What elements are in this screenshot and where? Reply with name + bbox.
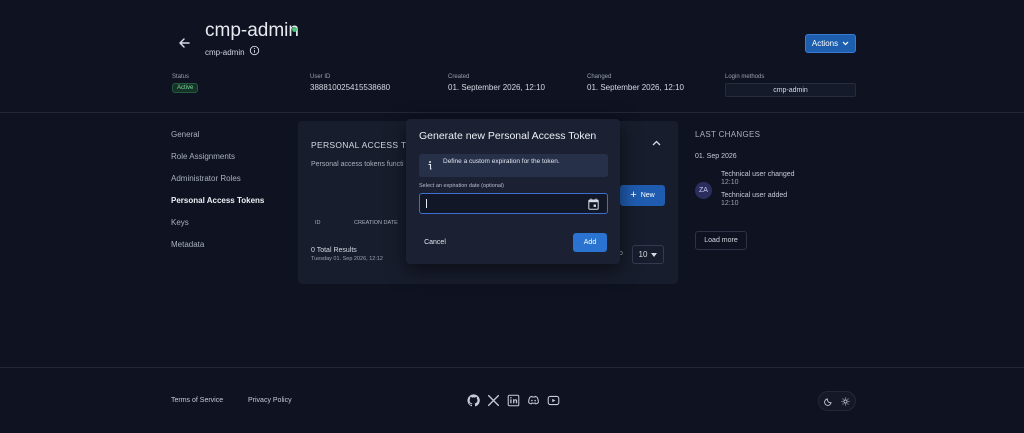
sidebar-item-keys[interactable]: Keys: [171, 218, 189, 227]
changed-value: 01. September 2026, 12:10: [587, 83, 684, 92]
created-label: Created: [448, 74, 470, 80]
column-header-id: ID: [315, 220, 321, 226]
add-button[interactable]: Add: [573, 233, 607, 252]
linkedin-icon[interactable]: [507, 394, 520, 407]
change-entry-time: 12:10: [721, 179, 739, 186]
sidebar-item-general[interactable]: General: [171, 130, 199, 139]
status-badge: Active: [172, 83, 199, 93]
text-cursor: [426, 199, 427, 208]
card-title: PERSONAL ACCESS TO: [311, 140, 414, 150]
youtube-icon[interactable]: [547, 394, 560, 407]
sidebar-item-metadata[interactable]: Metadata: [171, 240, 204, 249]
expiration-date-input[interactable]: [419, 193, 608, 214]
new-token-button[interactable]: + New: [620, 185, 665, 206]
user-id-label: User ID: [310, 74, 331, 80]
sidebar-item-administrator-roles[interactable]: Administrator Roles: [171, 174, 241, 183]
chevron-down-icon: [842, 41, 849, 46]
privacy-policy-link[interactable]: Privacy Policy: [248, 397, 292, 404]
page-size-select[interactable]: 10: [632, 245, 664, 264]
info-icon: [428, 161, 432, 170]
card-description: Personal access tokens functi: [311, 161, 404, 168]
expiration-hint: Define a custom expiration for the token…: [419, 154, 608, 177]
load-more-button[interactable]: Load more: [695, 231, 747, 250]
terms-of-service-link[interactable]: Terms of Service: [171, 397, 223, 404]
created-value: 01. September 2026, 12:10: [448, 83, 545, 92]
plus-icon: +: [630, 189, 637, 201]
sidebar-item-role-assignments[interactable]: Role Assignments: [171, 152, 235, 161]
change-entry-time: 12:10: [721, 200, 739, 207]
login-method-chip: cmp-admin: [725, 83, 856, 97]
back-arrow-icon[interactable]: [176, 35, 192, 51]
hint-text: Define a custom expiration for the token…: [443, 158, 560, 165]
generate-token-dialog: Generate new Personal Access Token Defin…: [406, 119, 620, 264]
x-icon[interactable]: [487, 394, 500, 407]
change-entry-text: Technical user added: [721, 192, 788, 199]
change-entry-text: Technical user changed: [721, 171, 795, 178]
actions-button[interactable]: Actions: [805, 34, 856, 53]
page-title: cmp-admin: [205, 20, 299, 41]
changed-label: Changed: [587, 74, 612, 80]
new-button-label: New: [640, 192, 655, 199]
page-size-value: 10: [638, 250, 648, 259]
chevron-up-icon[interactable]: [652, 140, 661, 146]
changes-date: 01. Sep 2026: [695, 153, 737, 160]
status-dot: [292, 27, 297, 32]
last-changes-title: LAST CHANGES: [695, 130, 761, 139]
avatar: ZA: [695, 182, 712, 199]
sidebar-item-personal-access-tokens[interactable]: Personal Access Tokens: [171, 196, 264, 205]
dialog-title: Generate new Personal Access Token: [419, 130, 597, 142]
actions-label: Actions: [811, 39, 839, 48]
calendar-icon[interactable]: [588, 198, 599, 210]
info-icon[interactable]: [249, 45, 260, 56]
login-methods-label: Login methods: [725, 74, 765, 80]
chevron-down-icon: [651, 252, 658, 257]
cancel-button[interactable]: Cancel: [419, 234, 451, 251]
sun-icon[interactable]: [841, 397, 850, 406]
user-header: cmp-admin cmp-admin Actions Status Activ…: [0, 0, 1024, 113]
github-icon[interactable]: [467, 394, 480, 407]
theme-toggle[interactable]: [818, 391, 856, 411]
moon-icon[interactable]: [824, 397, 833, 406]
user-id-value: 388810025415538680: [310, 83, 391, 92]
status-label: Status: [172, 74, 190, 80]
expiration-date-label: Select an expiration date (optional): [419, 183, 504, 189]
footer-divider: [0, 367, 1024, 368]
discord-icon[interactable]: [527, 394, 540, 407]
page-subtitle: cmp-admin: [205, 48, 245, 57]
results-timestamp: Tuesday 01. Sep 2026, 12:12: [311, 256, 383, 262]
total-results: 0 Total Results: [311, 247, 357, 254]
column-header-creation-date: CREATION DATE: [354, 220, 398, 226]
